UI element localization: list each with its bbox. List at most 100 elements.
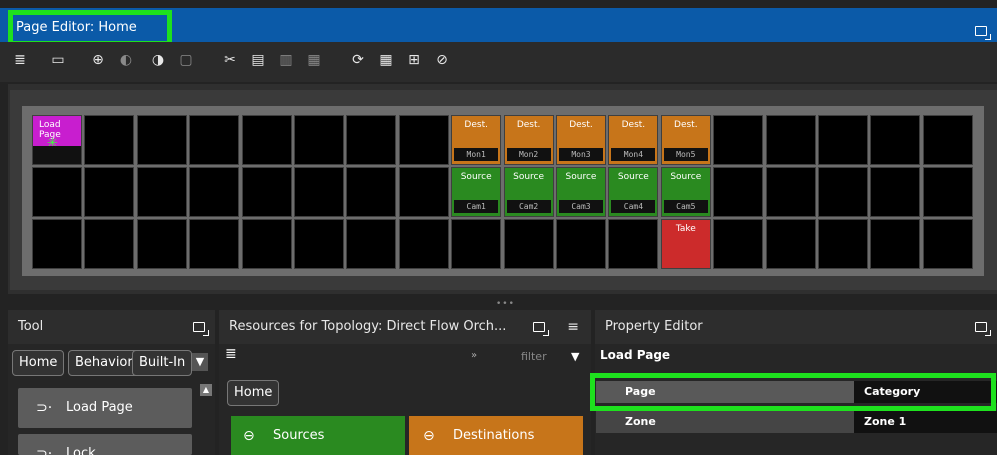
grid-cell[interactable]	[189, 115, 240, 165]
grid-cell[interactable]	[294, 219, 344, 269]
grid-cell[interactable]	[32, 219, 82, 269]
grid-cell[interactable]	[398, 115, 449, 165]
grid-cell[interactable]	[294, 167, 344, 217]
dest-cell-1[interactable]: Dest. Mon1	[451, 115, 502, 165]
list-icon[interactable]: ≣	[12, 52, 28, 68]
tool-item-load-page[interactable]: ⊃· Load Page	[18, 388, 192, 428]
grid-cell[interactable]	[451, 219, 502, 269]
grid-cell[interactable]	[922, 167, 973, 217]
property-value[interactable]: Zone 1	[854, 411, 997, 433]
cell-label: Source	[670, 172, 702, 182]
source-cell-3[interactable]: Source Cam3	[556, 167, 606, 217]
grid-cell[interactable]	[241, 167, 292, 217]
menu-icon[interactable]: ≡	[567, 310, 579, 344]
add-icon[interactable]: ⊕	[90, 52, 106, 68]
grid-cell[interactable]	[136, 115, 187, 165]
cut-icon[interactable]: ✂	[222, 52, 238, 68]
popout-icon[interactable]	[975, 26, 991, 40]
grid-cell[interactable]	[922, 115, 973, 165]
trash-icon[interactable]: ⊘	[434, 52, 450, 68]
grid-cell[interactable]	[84, 115, 135, 165]
property-panel-header: Property Editor	[595, 310, 997, 344]
grid-cell[interactable]	[870, 167, 921, 217]
filter-icon[interactable]: ▼	[571, 350, 579, 363]
property-key: Zone	[625, 415, 656, 428]
grid-cell[interactable]	[556, 219, 606, 269]
grid-cell[interactable]	[346, 167, 397, 217]
grid-cell[interactable]	[136, 219, 187, 269]
grid-cell[interactable]	[870, 115, 921, 165]
grid-cell[interactable]	[241, 115, 292, 165]
paste-icon[interactable]: ▥	[278, 52, 294, 68]
grid-cell[interactable]	[818, 219, 868, 269]
grid-cell[interactable]	[818, 167, 868, 217]
grid-cell[interactable]	[713, 219, 764, 269]
dest-cell-2[interactable]: Dest. Mon2	[503, 115, 554, 165]
breadcrumb-built-in[interactable]: Built-In	[132, 350, 193, 376]
breadcrumb-home[interactable]: Home	[12, 350, 65, 376]
popout-icon[interactable]	[975, 322, 991, 336]
breadcrumb-home[interactable]: Home	[227, 380, 280, 406]
grid-cell[interactable]	[241, 219, 292, 269]
load-page-cell[interactable]: Load Page ✳	[32, 115, 82, 165]
grid-cell[interactable]	[398, 167, 449, 217]
grid-cell[interactable]	[398, 219, 449, 269]
layout-grid-icon[interactable]: ▦	[378, 52, 394, 68]
grid-cell[interactable]	[713, 115, 764, 165]
grid-cell[interactable]	[765, 167, 816, 217]
scroll-up-icon[interactable]: ▲	[200, 384, 212, 396]
grid-cell[interactable]	[84, 167, 135, 217]
delete-icon[interactable]: ▢	[178, 52, 194, 68]
cell-label: Source	[460, 172, 492, 182]
destinations-button[interactable]: ⊖ Destinations	[409, 416, 583, 455]
grid-cell[interactable]	[922, 219, 973, 269]
cell-sublabel: Mon3	[559, 148, 603, 161]
dest-cell-3[interactable]: Dest. Mon3	[556, 115, 606, 165]
grid-cell[interactable]	[32, 167, 82, 217]
layout-tile-icon[interactable]: ⊞	[406, 52, 422, 68]
cell-sublabel: Cam2	[506, 200, 551, 213]
breadcrumb-behavior[interactable]: Behavior	[68, 350, 140, 376]
button-grid: Load Page ✳ Dest. Mon1 Dest. Mon2 Dest. Mon3 Des…	[22, 106, 984, 276]
grid-cell[interactable]	[346, 115, 397, 165]
card-icon[interactable]: ▭	[50, 52, 66, 68]
source-cell-4[interactable]: Source Cam4	[608, 167, 659, 217]
grid-cell[interactable]	[136, 167, 187, 217]
filter-icon[interactable]: ▼	[192, 353, 208, 371]
grid-cell[interactable]	[294, 115, 344, 165]
source-cell-1[interactable]: Source Cam1	[451, 167, 502, 217]
duplicate-icon[interactable]: ◐	[118, 52, 134, 68]
refresh-icon[interactable]: ⟳	[350, 52, 366, 68]
grid-cell[interactable]	[503, 219, 554, 269]
popout-icon[interactable]	[193, 322, 209, 336]
popout-icon[interactable]	[533, 322, 549, 336]
sources-button[interactable]: ⊖ Sources	[231, 416, 405, 455]
source-cell-5[interactable]: Source Cam5	[660, 167, 711, 217]
take-cell[interactable]: Take	[660, 219, 711, 269]
grid-cell[interactable]	[189, 167, 240, 217]
resize-handle[interactable]: •••	[496, 299, 515, 309]
cell-label: Dest.	[674, 120, 698, 130]
paste-special-icon[interactable]: ▦	[306, 52, 322, 68]
filter-input[interactable]: filter	[521, 350, 547, 363]
cell-sublabel: Mon1	[454, 148, 499, 161]
property-row-zone[interactable]: Zone Zone 1	[596, 411, 997, 433]
grid-cell[interactable]	[713, 167, 764, 217]
grid-cell[interactable]	[84, 219, 135, 269]
dest-cell-5[interactable]: Dest. Mon5	[660, 115, 711, 165]
source-cell-2[interactable]: Source Cam2	[503, 167, 554, 217]
dest-cell-4[interactable]: Dest. Mon4	[608, 115, 659, 165]
grid-cell[interactable]	[608, 219, 659, 269]
grid-cell[interactable]	[818, 115, 868, 165]
expand-icon[interactable]: »	[471, 350, 477, 361]
grid-cell[interactable]	[189, 219, 240, 269]
copy-icon[interactable]: ▤	[250, 52, 266, 68]
tool-item-lock[interactable]: ⊃· Lock	[18, 434, 192, 455]
grid-cell[interactable]	[765, 115, 816, 165]
grid-cell[interactable]	[765, 219, 816, 269]
grid-cell[interactable]	[346, 219, 397, 269]
rotate-icon[interactable]: ◑	[150, 52, 166, 68]
grid-cell[interactable]	[870, 219, 921, 269]
cell-label: Source	[617, 172, 649, 182]
list-icon[interactable]: ≣	[225, 346, 237, 362]
